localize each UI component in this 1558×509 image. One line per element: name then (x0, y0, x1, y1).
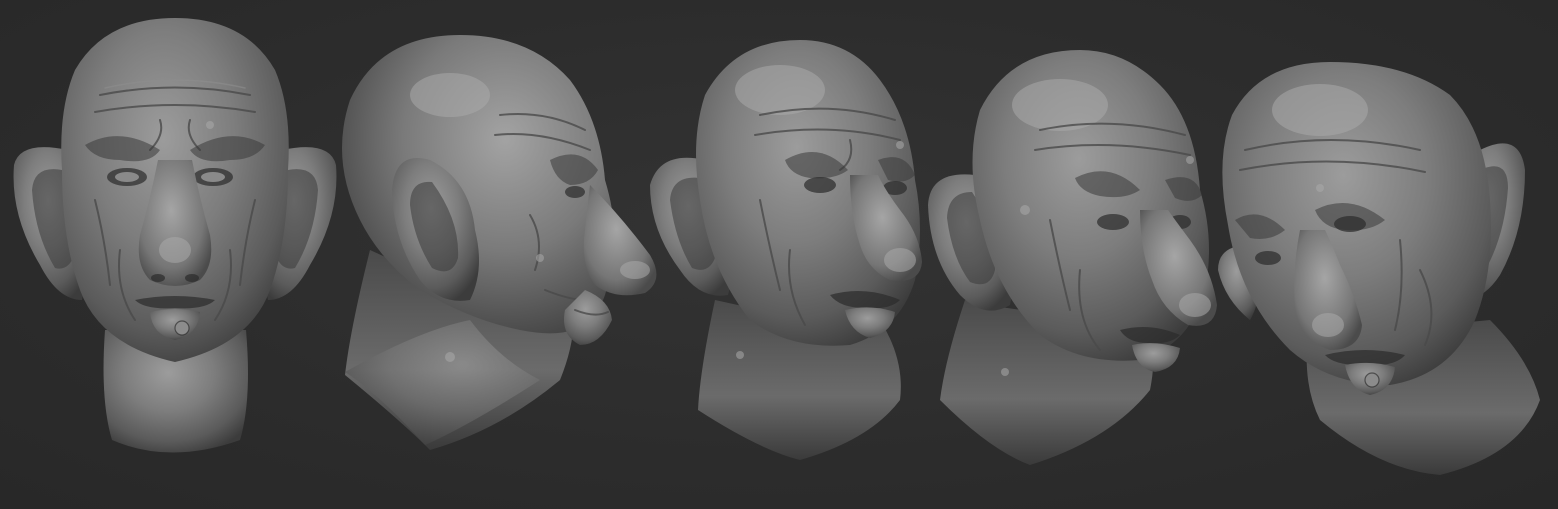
render-viewport (0, 0, 1558, 509)
bust-front-view (13, 18, 337, 453)
bust-three-quarter-left-view (1218, 62, 1540, 475)
sculpt-render-canvas (13, 18, 1540, 475)
bust-profile-view (342, 35, 657, 450)
bust-three-quarter-low-view (928, 50, 1217, 465)
bust-three-quarter-view (650, 40, 922, 460)
